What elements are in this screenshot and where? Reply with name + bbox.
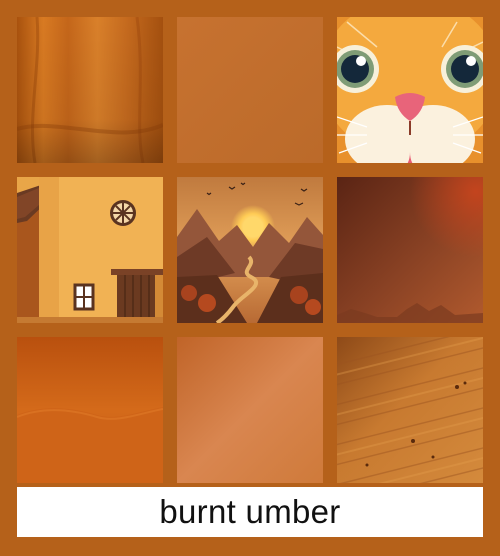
soft-orange-gradient-image: [177, 337, 323, 483]
flat-orange-swatch: [177, 17, 323, 163]
fabric-drape-image: [17, 17, 163, 163]
caption-bar: burnt umber: [17, 487, 483, 537]
color-swatch-board: burnt umber: [0, 0, 500, 556]
cartoon-cat-image: [337, 17, 483, 163]
caption-text: burnt umber: [159, 493, 341, 530]
rust-gradient-landscape-image: [337, 177, 483, 323]
wood-grain-image: [337, 337, 483, 483]
orange-dunes-gradient-image: [17, 337, 163, 483]
sunset-valley-image: [177, 177, 323, 323]
orange-house-image: [17, 177, 163, 323]
